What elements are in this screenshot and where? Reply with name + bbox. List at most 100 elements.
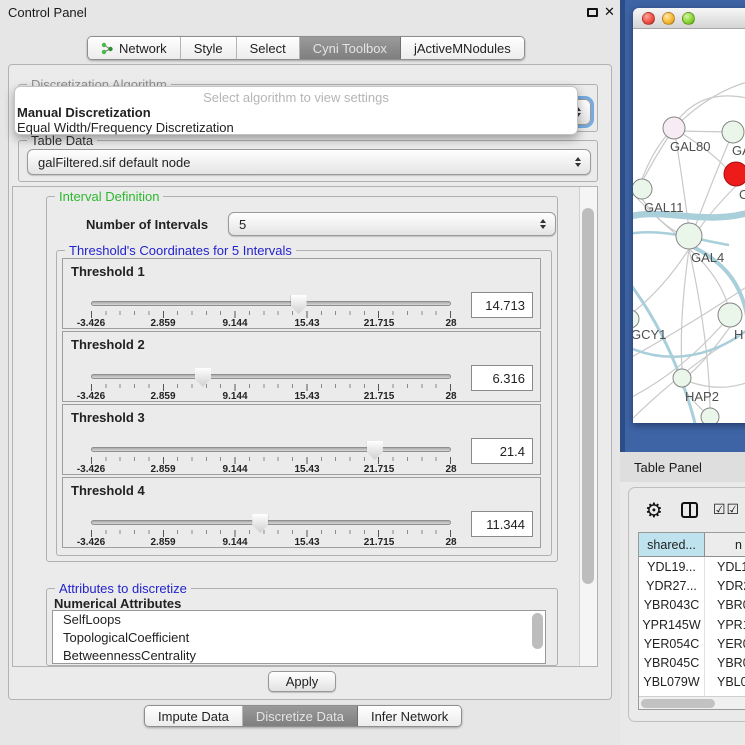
tab-impute-data[interactable]: Impute Data [145, 706, 243, 726]
popup-option-manual[interactable]: Manual Discretization [17, 105, 151, 120]
horizontal-scrollbar[interactable] [639, 696, 745, 709]
table-panel-title: Table Panel [634, 460, 702, 475]
control-panel: Control Panel ✕ Network Style Select Cyn… [0, 0, 620, 745]
table-row[interactable]: YBL079W YBL0 [639, 673, 745, 692]
node-selected-red[interactable] [724, 162, 745, 186]
label-gal80: GAL80 [670, 139, 710, 154]
table-data-value: galFiltered.sif default node [38, 155, 190, 170]
numerical-attributes-list: SelfLoops TopologicalCoefficient Between… [52, 610, 546, 664]
combo-arrows-icon [575, 157, 581, 167]
threshold-coordinates-title: Threshold's Coordinates for 5 Intervals [65, 243, 296, 258]
label-c: C [739, 187, 745, 202]
slider-scale-labels: -3.426 2.859 9.144 15.43 21.715 28 [91, 391, 451, 402]
interval-definition-title: Interval Definition [55, 189, 163, 204]
threshold-2-panel: Threshold 2 -3.426 2.859 9.144 15.43 21.… [62, 331, 541, 402]
label-hap2: HAP2 [685, 389, 719, 404]
threshold-3-value-input[interactable]: 21.4 [471, 438, 533, 464]
tab-jactivemnodules[interactable]: jActiveMNodules [401, 37, 524, 59]
column-header-name[interactable]: n [705, 533, 745, 556]
float-window-icon[interactable] [587, 8, 598, 17]
network-window-titlebar[interactable] [633, 8, 745, 29]
list-item[interactable]: BetweennessCentrality [53, 647, 545, 664]
tab-network[interactable]: Network [88, 37, 181, 59]
node-hap2[interactable] [673, 369, 691, 387]
vertical-scrollbar-thumb[interactable] [582, 208, 594, 584]
node-h[interactable] [718, 303, 742, 327]
network-tab-icon [101, 42, 114, 55]
minimize-traffic-light[interactable] [662, 12, 675, 25]
slider-scale-labels: -3.426 2.859 9.144 15.43 21.715 28 [91, 318, 451, 329]
number-of-intervals-value: 5 [239, 217, 246, 232]
tab-cyni-toolbox[interactable]: Cyni Toolbox [300, 37, 401, 59]
network-view-window: GAL80 GA GAL11 GAL4 GCY1 H HAP2 C [633, 8, 745, 423]
table-row[interactable]: YER054C YER0 [639, 634, 745, 653]
table-row[interactable]: YBR045C YBR0 [639, 653, 745, 672]
label-h: H [734, 327, 743, 342]
node-attribute-table: shared... n YDL19... YDL1 YDR27... YDR2 … [638, 532, 745, 710]
list-item[interactable]: TopologicalCoefficient [53, 629, 545, 647]
threshold-4-value-input[interactable]: 11.344 [471, 511, 533, 537]
horizontal-scrollbar-thumb[interactable] [641, 699, 715, 708]
close-icon[interactable]: ✕ [604, 4, 615, 20]
column-header-shared[interactable]: shared... [639, 533, 705, 556]
apply-button[interactable]: Apply [268, 671, 336, 692]
node-gal4[interactable] [676, 223, 702, 249]
table-data-group: Table Data galFiltered.sif default node [18, 140, 598, 182]
table-row[interactable]: YPR145W YPR1 [639, 615, 745, 634]
table-row[interactable]: YBR043C YBR0 [639, 596, 745, 615]
gear-icon[interactable]: ⚙ [645, 498, 663, 523]
bottom-tab-bar: Impute Data Discretize Data Infer Networ… [144, 705, 462, 727]
threshold-2-slider[interactable] [91, 374, 451, 379]
table-panel-bar: Table Panel [620, 452, 745, 482]
tab-select[interactable]: Select [237, 37, 300, 59]
table-data-title: Table Data [27, 133, 97, 148]
threshold-3-slider[interactable] [91, 447, 451, 452]
network-canvas[interactable]: GAL80 GA GAL11 GAL4 GCY1 H HAP2 C [633, 29, 745, 423]
tab-network-label: Network [119, 41, 167, 56]
slider-ticks-major [91, 311, 452, 318]
numerical-attributes-label: Numerical Attributes [54, 596, 181, 611]
network-nodes [633, 117, 745, 423]
tab-style[interactable]: Style [181, 37, 237, 59]
popup-option-equal-width[interactable]: Equal Width/Frequency Discretization [17, 120, 234, 135]
zoom-traffic-light[interactable] [682, 12, 695, 25]
top-tab-bar: Network Style Select Cyni Toolbox jActiv… [87, 36, 525, 60]
popup-hint: Select algorithm to view settings [15, 90, 577, 105]
panel-title: Control Panel [8, 5, 87, 20]
node-gal80[interactable] [663, 117, 685, 139]
number-of-intervals-combobox[interactable]: 5 [228, 212, 556, 236]
node-gal11[interactable] [633, 179, 652, 199]
attributes-group-title: Attributes to discretize [55, 581, 191, 596]
node-gcy1[interactable] [633, 310, 639, 328]
threshold-4-slider[interactable] [91, 520, 451, 525]
threshold-3-label: Threshold 3 [71, 410, 145, 425]
slider-scale-labels: -3.426 2.859 9.144 15.43 21.715 28 [91, 464, 451, 475]
label-ga: GA [732, 143, 745, 158]
label-gal4: GAL4 [691, 250, 724, 265]
threshold-1-slider[interactable] [91, 301, 451, 306]
attributes-list-scrollbar-thumb[interactable] [532, 613, 543, 649]
tab-discretize-data[interactable]: Discretize Data [243, 706, 358, 726]
combo-arrows-icon [540, 219, 546, 229]
table-data-combobox[interactable]: galFiltered.sif default node [27, 149, 591, 175]
table-header-row: shared... n [639, 533, 745, 557]
slider-ticks-major [91, 457, 452, 464]
checkbox-icons[interactable]: ☑☑ [713, 501, 740, 518]
table-row[interactable]: YDR27... YDR2 [639, 576, 745, 595]
threshold-2-value-input[interactable]: 6.316 [471, 365, 533, 391]
node-partial-ga[interactable] [722, 121, 744, 143]
threshold-1-label: Threshold 1 [71, 264, 145, 279]
columns-icon[interactable] [681, 502, 698, 518]
number-of-intervals-label: Number of Intervals [86, 217, 208, 232]
threshold-4-label: Threshold 4 [71, 483, 145, 498]
list-item[interactable]: SelfLoops [53, 611, 545, 629]
close-traffic-light[interactable] [642, 12, 655, 25]
tab-infer-network[interactable]: Infer Network [358, 706, 461, 726]
threshold-3-panel: Threshold 3 -3.426 2.859 9.144 15.43 21.… [62, 404, 541, 475]
threshold-1-value-input[interactable]: 14.713 [471, 292, 533, 318]
node-partial-bottom[interactable] [701, 408, 719, 423]
table-panel: ⚙ ☑☑ shared... n YDL19... YDL1 YDR27... … [628, 487, 745, 722]
table-row[interactable]: YDL19... YDL1 [639, 557, 745, 576]
slider-ticks-major [91, 384, 452, 391]
algorithm-dropdown-popup: Select algorithm to view settings Manual… [14, 86, 578, 135]
